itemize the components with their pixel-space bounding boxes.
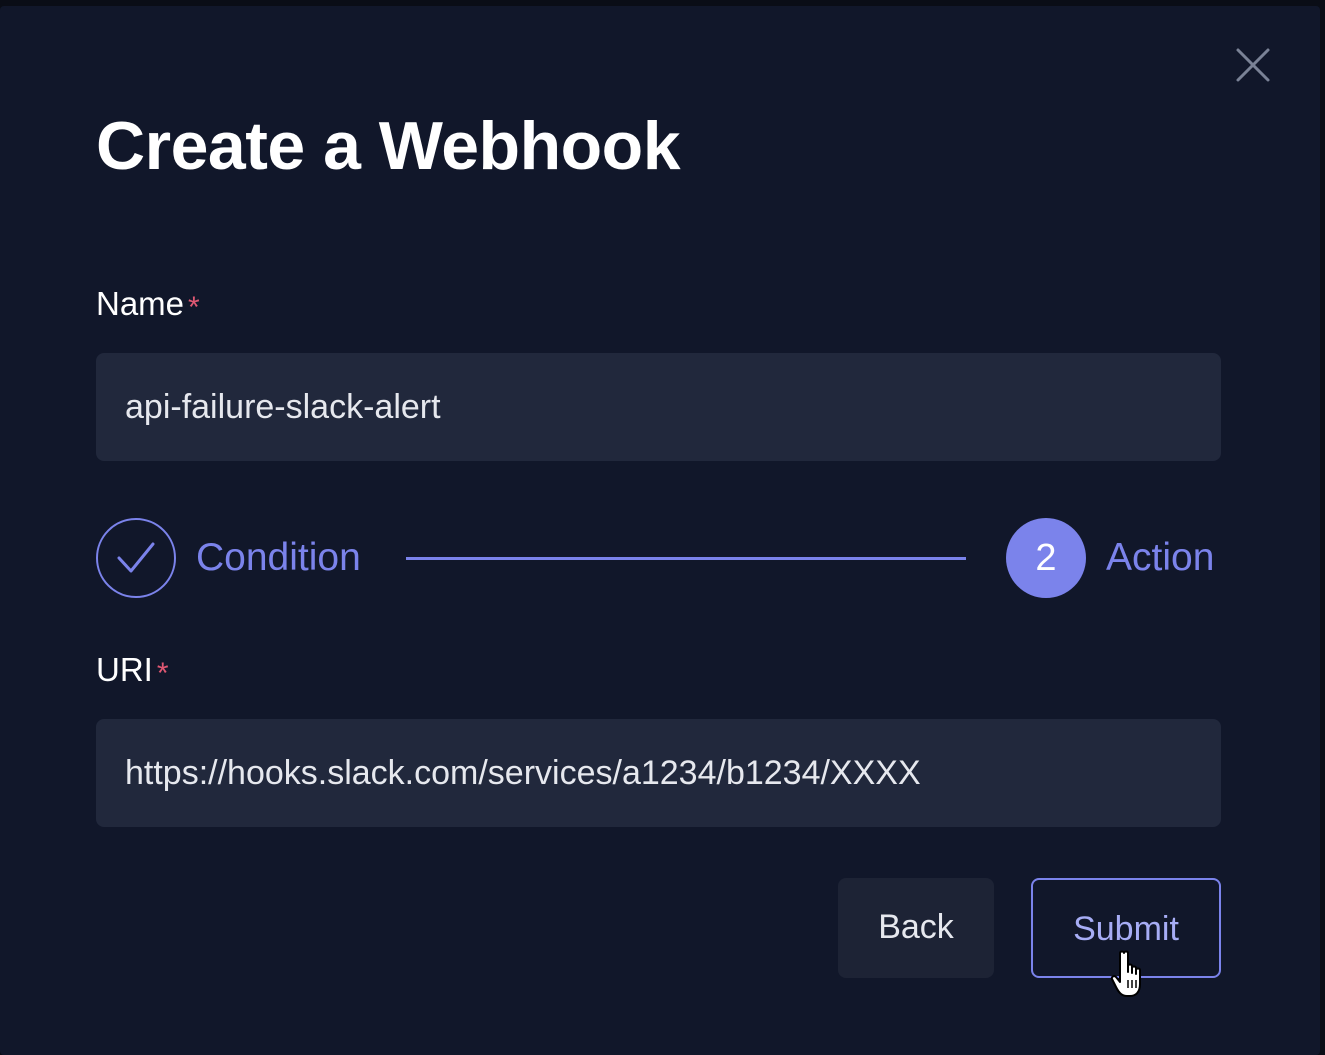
hand-pointer-cursor-icon: [1110, 950, 1141, 997]
uri-input[interactable]: https://hooks.slack.com/services/a1234/b…: [96, 719, 1221, 827]
stepper: Condition 2 Action: [96, 518, 1221, 598]
name-label-text: Name: [96, 285, 185, 322]
required-indicator: *: [156, 657, 169, 690]
name-input[interactable]: api-failure-slack-alert: [96, 353, 1221, 461]
checkmark-icon: [117, 542, 155, 573]
close-button[interactable]: [1234, 46, 1272, 84]
uri-label: URI *: [96, 650, 169, 692]
step-action-number: 2: [1006, 518, 1086, 598]
close-icon: [1236, 48, 1270, 82]
step-action-label: Action: [1106, 536, 1215, 579]
name-label: Name *: [96, 284, 200, 326]
dialog-title: Create a Webhook: [96, 108, 681, 184]
step-connector-line: [406, 557, 966, 560]
back-button[interactable]: Back: [838, 878, 994, 978]
uri-label-text: URI: [96, 651, 153, 688]
step-condition-indicator: [96, 518, 176, 598]
required-indicator: *: [188, 291, 200, 324]
step-condition-label: Condition: [196, 536, 361, 579]
create-webhook-dialog: Create a Webhook Name * api-failure-slack…: [0, 6, 1320, 1055]
